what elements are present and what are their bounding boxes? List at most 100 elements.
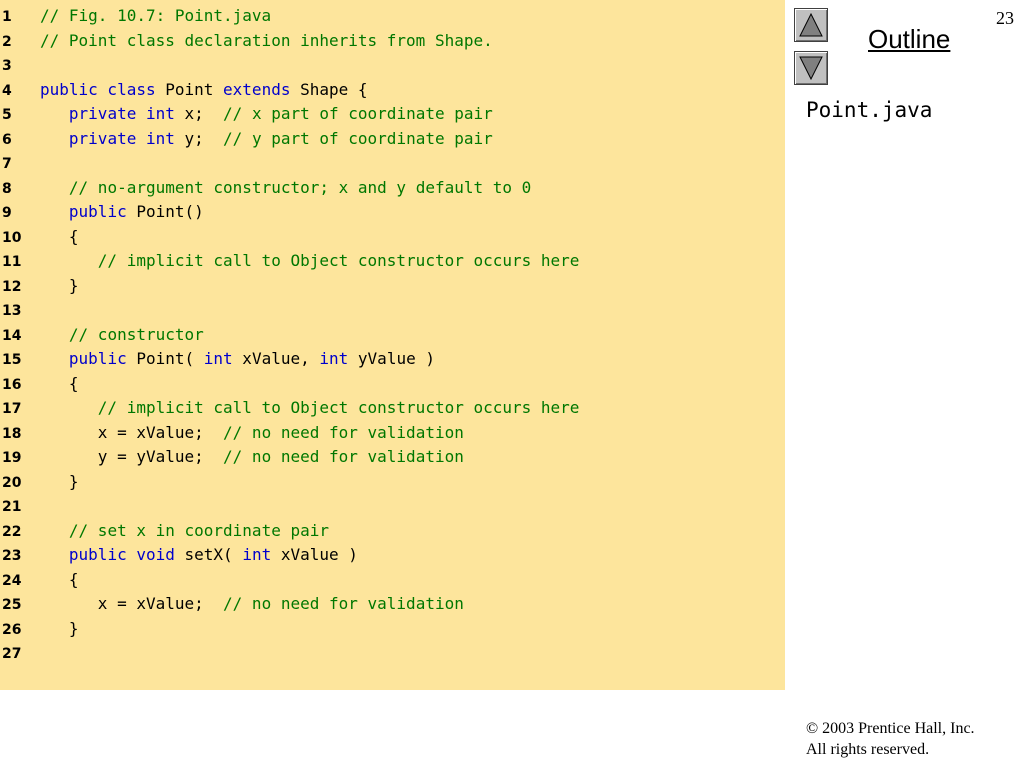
code-line: 25 x = xValue; // no need for validation [0,592,464,616]
code-comment: // set x in coordinate pair [68,520,329,540]
line-number: 23 [2,548,22,564]
code-line: 10 { [0,225,79,249]
code-text: { [40,373,79,393]
code-keyword: public void [68,545,175,564]
code-comment: // x part of coordinate pair [223,104,493,123]
line-number: 22 [2,523,22,540]
line-number: 7 [2,156,12,172]
line-number: 26 [2,621,22,638]
line-number: 10 [2,229,22,246]
line-number: 2 [2,33,12,50]
code-text: setX( [174,545,243,564]
code-line: 19 y = yValue; // no need for validation [0,445,464,469]
code-keyword: int [203,349,233,368]
code-line: 6 private int y; // y part of coordinate… [0,127,493,151]
outline-link[interactable]: Outline [868,24,950,55]
code-text: { [40,569,79,589]
line-number: 12 [2,278,22,295]
code-line: 13 [0,298,40,322]
code-text: y; [174,128,224,148]
line-number: 9 [2,205,12,221]
code-text: xValue, [232,349,320,368]
code-line: 17 // implicit call to Object constructo… [0,396,579,420]
line-number: 6 [2,131,12,148]
previous-slide-button[interactable] [794,8,828,42]
code-line: 4 public class Point extends Shape { [0,78,368,102]
line-number: 15 [2,352,22,368]
code-line: 12 } [0,274,79,298]
code-panel: 1 // Fig. 10.7: Point.java 2 // Point class… [0,0,785,690]
code-keyword: int [242,545,272,564]
line-number: 21 [2,499,22,515]
line-number: 17 [2,401,22,417]
line-number: 1 [2,9,12,25]
line-number: 11 [2,254,22,270]
code-comment: // no need for validation [223,594,464,613]
code-comment: // no-argument constructor; x and y defa… [68,177,532,197]
code-text: } [40,618,79,638]
line-number: 4 [2,82,12,99]
code-keyword: extends [223,79,291,99]
file-label: Point.java [806,98,933,122]
code-line: 3 [0,53,40,77]
code-line: 8 // no-argument constructor; x and y de… [0,176,531,200]
triangle-up-icon [799,12,823,37]
code-line: 14 // constructor [0,323,204,347]
code-line: 23 public void setX( int xValue ) [0,543,358,567]
line-number: 14 [2,327,22,344]
code-line: 24 { [0,568,79,592]
line-number: 27 [2,646,22,662]
code-keyword: public [68,202,127,221]
code-keyword: int [319,349,349,368]
code-text: y = yValue; [40,447,224,466]
code-keyword: private int [68,128,175,148]
triangle-down-icon [799,56,823,81]
code-text: Point() [126,202,204,221]
code-line: 7 [0,151,40,175]
line-number: 25 [2,597,22,613]
code-line: 9 public Point() [0,200,204,224]
line-number: 16 [2,376,22,393]
code-line: 15 public Point( int xValue, int yValue … [0,347,435,371]
code-keyword: private int [68,104,175,123]
code-comment: // implicit call to Object constructor o… [97,398,580,417]
code-text: xValue ) [271,545,358,564]
code-line: 22 // set x in coordinate pair [0,519,329,543]
code-text: { [40,226,79,246]
code-keyword: public [68,349,127,368]
code-comment: // constructor [68,324,204,344]
code-comment: // implicit call to Object constructor o… [97,251,580,270]
slide-number: 23 [996,8,1014,28]
copyright: © 2003 Prentice Hall, Inc. All rights re… [806,718,975,760]
code-line: 20 } [0,470,79,494]
code-line: 2 // Point class declaration inherits fro… [0,29,493,53]
code-text: yValue ) [348,349,435,368]
code-text: x; [174,104,224,123]
line-number: 8 [2,180,12,197]
code-line: 11 // implicit call to Object constructo… [0,249,579,273]
code-text: x = xValue; [40,422,224,442]
code-comment: // no need for validation [223,422,464,442]
code-comment: // Point class declaration inherits from… [40,30,493,50]
code-line: 5 private int x; // x part of coordinate… [0,102,493,126]
code-keyword: public class [40,79,156,99]
line-number: 19 [2,450,22,466]
code-line: 16 { [0,372,79,396]
line-number: 3 [2,58,12,74]
code-comment: // no need for validation [223,447,464,466]
line-number: 20 [2,474,22,491]
next-slide-button[interactable] [794,51,828,85]
line-number: 13 [2,303,22,319]
code-text: Shape { [290,79,368,99]
copyright-line-2: All rights reserved. [806,741,930,758]
code-line: 21 [0,494,40,518]
code-comment: // y part of coordinate pair [223,128,493,148]
